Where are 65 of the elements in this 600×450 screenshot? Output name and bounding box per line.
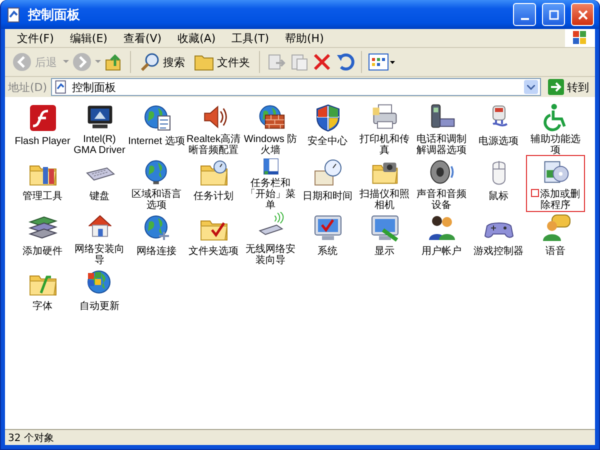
arrow-right-icon (548, 79, 564, 95)
control-panel-item[interactable]: 系统 (299, 211, 356, 266)
menu-item[interactable]: 帮助(H) (277, 30, 332, 46)
control-panel-item[interactable]: 任务栏和「开始」菜单 (242, 156, 299, 211)
control-panel-item[interactable]: 声音和音频设备 (413, 156, 470, 211)
control-panel-item[interactable]: 电话和调制解调器选项 (413, 101, 470, 156)
control-panel-item[interactable]: Windows 防火墙 (242, 101, 299, 156)
chevron-down-icon (527, 84, 535, 90)
control-panel-item[interactable]: 字体 (14, 266, 71, 321)
search-icon (140, 52, 160, 72)
control-panel-item[interactable]: 网络连接 (128, 211, 185, 266)
control-panel-item[interactable]: 添加硬件 (14, 211, 71, 266)
address-label: 地址(D) (8, 80, 48, 94)
control-panel-item[interactable]: 游戏控制器 (470, 211, 527, 266)
menu-item[interactable]: 查看(V) (115, 30, 170, 46)
control-panel-item[interactable]: 任务计划 (185, 156, 242, 211)
control-panel-item[interactable]: 用户帐户 (413, 211, 470, 266)
control-panel-item[interactable]: 鼠标 (470, 156, 527, 211)
delete-button[interactable] (312, 52, 332, 72)
maximize-icon (548, 10, 558, 20)
menu-item[interactable]: 编辑(E) (62, 30, 116, 46)
views-button[interactable] (368, 52, 396, 72)
control-panel-item[interactable]: Flash Player (14, 101, 71, 156)
control-panel-item[interactable]: 网络安装向导 (71, 211, 128, 266)
control-panel-item[interactable]: 区域和语言选项 (128, 156, 185, 211)
minimize-button[interactable] (513, 3, 536, 26)
control-panel-item[interactable]: 安全中心 (299, 101, 356, 156)
control-panel-item[interactable]: Internet 选项 (128, 101, 185, 156)
menu-item[interactable]: 工具(T) (224, 30, 277, 46)
control-panel-item[interactable]: 自动更新 (71, 266, 128, 321)
maximize-button[interactable] (542, 3, 565, 26)
menu-item[interactable]: 收藏(A) (170, 30, 224, 46)
folder-icon (194, 53, 214, 71)
control-panel-icon (54, 80, 68, 94)
dropdown-arrow-icon[interactable] (63, 60, 69, 64)
control-panel-item[interactable]: 管理工具 (14, 156, 71, 211)
menu-item[interactable]: 文件(F) (9, 30, 62, 46)
address-field[interactable]: 控制面板 (51, 78, 541, 96)
undo-button[interactable] (335, 52, 355, 72)
control-panel-item[interactable]: 添加或删除程序 (527, 156, 584, 211)
status-text: 32 个对象 (8, 432, 54, 444)
control-panel-item[interactable]: 电源选项 (470, 101, 527, 156)
control-panel-icon (6, 6, 22, 22)
control-panel-item[interactable]: 语音 (527, 211, 584, 266)
control-panel-item[interactable]: 无线网络安装向导 (242, 211, 299, 266)
address-dropdown-button[interactable] (524, 80, 538, 94)
control-panel-item[interactable]: 辅助功能选项 (527, 101, 584, 156)
control-panel-item[interactable]: Intel(R) GMA Driver (71, 101, 128, 156)
window-title: 控制面板 (28, 6, 81, 24)
search-button[interactable]: 搜索 (137, 50, 188, 74)
close-button[interactable] (571, 3, 594, 26)
folders-button[interactable]: 文件夹 (191, 51, 253, 73)
control-panel-item[interactable]: 日期和时间 (299, 156, 356, 211)
close-icon (578, 10, 588, 20)
copy-to-button[interactable] (289, 52, 309, 72)
windows-flag-icon (572, 30, 588, 46)
control-panel-item[interactable]: 文件夹选项 (185, 211, 242, 266)
control-panel-item[interactable]: 键盘 (71, 156, 128, 211)
minimize-icon (520, 18, 528, 20)
control-panel-item[interactable]: 打印机和传真 (356, 101, 413, 156)
dropdown-arrow-icon[interactable] (95, 60, 101, 64)
control-panel-item[interactable]: 显示 (356, 211, 413, 266)
control-panel-item[interactable]: Realtek高清晰音频配置 (185, 101, 242, 156)
control-panel-item[interactable]: 扫描仪和照相机 (356, 156, 413, 211)
go-button[interactable]: 转到 (545, 79, 592, 95)
